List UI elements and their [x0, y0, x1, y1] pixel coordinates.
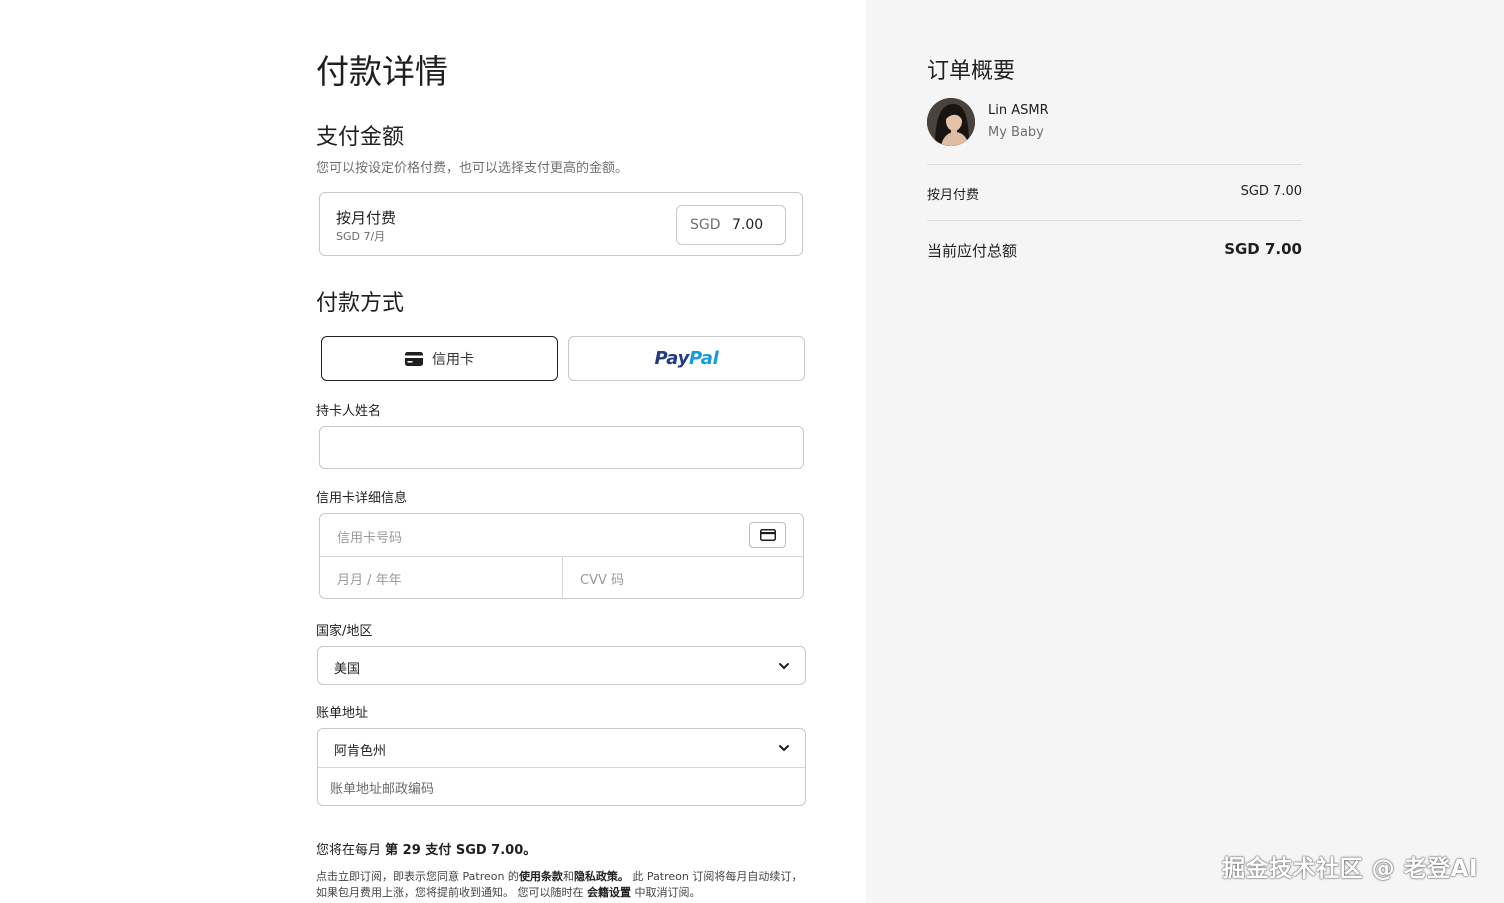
- chevron-down-icon: [779, 663, 789, 669]
- order-summary-title: 订单概要: [927, 59, 1016, 84]
- paypal-method-button[interactable]: PayPal: [568, 336, 805, 381]
- billing-notice-prefix: 您将在每月: [316, 843, 382, 858]
- card-details-label: 信用卡详细信息: [316, 491, 408, 506]
- card-number-input[interactable]: 信用卡号码: [320, 514, 803, 557]
- method-section-title: 付款方式: [316, 291, 405, 316]
- expiry-input[interactable]: 月月 / 年年: [320, 557, 562, 599]
- country-label: 国家/地区: [316, 624, 373, 639]
- membership-settings-link[interactable]: 会籍设置: [587, 886, 631, 899]
- amount-input[interactable]: SGD 7.00: [676, 205, 786, 245]
- paypal-logo: PayPal: [654, 348, 719, 369]
- total-label: 当前应付总额: [927, 242, 1018, 260]
- summary-divider: [927, 164, 1302, 165]
- cardholder-label: 持卡人姓名: [316, 404, 382, 419]
- terms-text: 点击立即订阅，即表示您同意 Patreon 的使用条款和隐私政策。 此 Patr…: [316, 869, 810, 901]
- card-number-placeholder: 信用卡号码: [337, 531, 403, 546]
- zip-input[interactable]: 账单地址邮政编码: [318, 768, 805, 806]
- terms-text-3: 中取消订阅。: [631, 886, 701, 899]
- state-select[interactable]: 阿肯色州: [318, 729, 805, 768]
- line-item-label: 按月付费: [927, 188, 980, 203]
- country-select[interactable]: 美国: [317, 646, 806, 685]
- zip-placeholder: 账单地址邮政编码: [330, 782, 435, 797]
- currency-label: SGD: [690, 217, 721, 233]
- amount-section-desc: 您可以按设定价格付费，也可以选择支付更高的金额。: [316, 161, 629, 176]
- terms-text-1: 点击立即订阅，即表示您同意 Patreon 的: [316, 870, 519, 883]
- billing-notice: 您将在每月 第 29 支付 SGD 7.00。: [316, 839, 536, 858]
- line-item-value: SGD 7.00: [1240, 184, 1302, 199]
- country-value: 美国: [334, 662, 361, 677]
- credit-card-method-label: 信用卡: [432, 351, 474, 368]
- tier-name: My Baby: [988, 125, 1044, 140]
- watermark: 掘金技术社区 @ 老登AI: [1222, 856, 1478, 882]
- expiry-placeholder: 月月 / 年年: [337, 573, 402, 588]
- billing-address-label: 账单地址: [316, 706, 369, 721]
- chevron-down-icon: [779, 745, 789, 751]
- terms-link[interactable]: 使用条款: [519, 870, 563, 883]
- cvv-input[interactable]: CVV 码: [563, 557, 803, 599]
- billing-notice-date: 第 29 支付 SGD 7.00。: [385, 843, 537, 858]
- page-title: 付款详情: [316, 52, 448, 91]
- cardholder-input[interactable]: [319, 426, 804, 469]
- plan-price: SGD 7/月: [336, 230, 386, 243]
- credit-card-method-button[interactable]: 信用卡: [321, 336, 558, 381]
- creator-name: Lin ASMR: [988, 103, 1049, 118]
- state-value: 阿肯色州: [334, 744, 387, 759]
- privacy-link[interactable]: 隐私政策。: [574, 870, 629, 883]
- amount-section-title: 支付金额: [316, 125, 405, 150]
- terms-and: 和: [562, 870, 574, 883]
- avatar: [927, 98, 975, 146]
- payment-panel: 付款详情 支付金额 您可以按设定价格付费，也可以选择支付更高的金额。 按月付费 …: [0, 0, 866, 903]
- card-details-group: 信用卡号码 月月 / 年年 CVV 码: [319, 513, 804, 599]
- amount-value[interactable]: 7.00: [732, 217, 763, 233]
- plan-title: 按月付费: [336, 209, 397, 227]
- total-value: SGD 7.00: [1224, 240, 1302, 258]
- cvv-placeholder: CVV 码: [580, 573, 624, 588]
- billing-address-group: 阿肯色州 账单地址邮政编码: [317, 728, 806, 806]
- credit-card-icon: [405, 351, 423, 366]
- plan-amount-card: 按月付费 SGD 7/月 SGD 7.00: [319, 192, 803, 256]
- summary-divider: [927, 220, 1302, 221]
- card-type-icon: [749, 522, 786, 548]
